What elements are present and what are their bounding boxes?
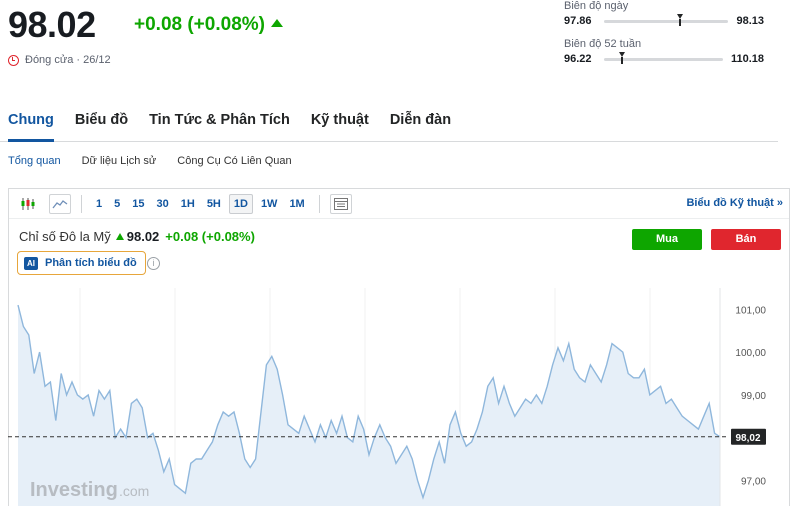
info-icon[interactable]: i	[147, 257, 160, 270]
data-table-icon[interactable]	[329, 193, 352, 214]
main-tabs: Chung Biểu đồ Tin Tức & Phân Tích Kỹ thu…	[0, 110, 778, 142]
day-range-bar	[603, 13, 729, 26]
timeframe-1d[interactable]: 1D	[228, 193, 253, 214]
timeframe-30[interactable]: 30	[153, 195, 173, 213]
tab-overview[interactable]: Chung	[8, 110, 54, 142]
tab-chart[interactable]: Biểu đồ	[75, 110, 128, 142]
clock-icon	[8, 54, 19, 66]
price-chart[interactable]: 101,00 100,00 99,00 97,00 98,02 Investing .com	[8, 288, 790, 506]
tab-forum[interactable]: Diễn đàn	[390, 110, 451, 142]
buy-button[interactable]: Mua	[632, 229, 702, 250]
week52-range-low: 96.22	[564, 53, 592, 65]
last-price: 98.02	[8, 4, 96, 45]
timeframe-1h[interactable]: 1H	[177, 195, 199, 213]
price-change: +0.08 (+0.08%)	[134, 14, 283, 36]
y-tick-label: 97,00	[741, 476, 766, 487]
close-info: Đóng cửa · 26/12	[8, 54, 111, 66]
investing-watermark-suffix: .com	[119, 483, 149, 499]
timeframe-15[interactable]: 15	[128, 195, 148, 213]
y-tick-label: 100,00	[735, 348, 766, 359]
instrument-header: Chỉ số Đô la Mỹ 98.02 +0.08 (+0.08%)	[19, 229, 255, 244]
subtab-historical-data[interactable]: Dữ liệu Lịch sử	[82, 155, 157, 167]
sell-button[interactable]: Bán	[711, 229, 781, 250]
tab-technical[interactable]: Kỹ thuật	[311, 110, 369, 142]
price-area	[18, 305, 720, 506]
last-price-label: 98,02	[735, 433, 760, 444]
week52-range-marker	[619, 51, 626, 64]
y-tick-label: 99,00	[741, 391, 766, 402]
timeframe-1[interactable]: 1	[92, 195, 106, 213]
investing-watermark: Investing	[30, 479, 118, 501]
day-range-marker	[677, 13, 684, 26]
ai-chart-analysis-button[interactable]: AI Phân tích biểu đồ	[17, 251, 146, 275]
instrument-price: 98.02	[126, 229, 160, 244]
subtab-overview[interactable]: Tổng quan	[8, 155, 61, 167]
week52-range-high: 110.18	[730, 53, 764, 65]
timeframe-5h[interactable]: 5H	[203, 195, 225, 213]
day-range-high: 98.13	[736, 15, 764, 27]
ai-button-label: Phân tích biểu đồ	[45, 257, 137, 269]
sub-tabs: Tổng quan Dữ liệu Lịch sử Công Cụ Có Liê…	[0, 155, 305, 167]
technical-chart-link[interactable]: Biểu đồ Kỹ thuật »	[686, 197, 783, 209]
week52-range-bar	[603, 51, 723, 64]
instrument-name: Chỉ số Đô la Mỹ	[19, 229, 111, 244]
tab-news-analysis[interactable]: Tin Tức & Phân Tích	[149, 110, 290, 142]
ai-icon: AI	[24, 256, 38, 270]
day-range-label: Biên độ ngày	[564, 0, 629, 12]
y-tick-label: 101,00	[735, 305, 766, 316]
instrument-change: +0.08 (+0.08%)	[165, 229, 255, 244]
timeframe-5[interactable]: 5	[110, 195, 124, 213]
week52-range: Biên độ 52 tuần 96.22 110.18	[564, 38, 764, 65]
close-label: Đóng cửa · 26/12	[25, 54, 111, 66]
day-range-low: 97.86	[564, 15, 592, 27]
subtab-related-tools[interactable]: Công Cụ Có Liên Quan	[177, 155, 291, 167]
toolbar-divider	[318, 194, 320, 213]
timeframe-1m[interactable]: 1M	[285, 195, 308, 213]
up-arrow-icon	[270, 19, 283, 27]
timeframe-1w[interactable]: 1W	[257, 195, 282, 213]
week52-range-label: Biên độ 52 tuần	[564, 38, 642, 50]
toolbar-divider	[81, 194, 82, 213]
candlestick-icon[interactable]	[17, 194, 39, 214]
up-arrow-icon	[115, 233, 124, 240]
day-range: Biên độ ngày 97.86 98.13	[564, 0, 764, 27]
chart-toolbar: 1 5 15 30 1H 5H 1D 1W 1M Biểu đồ Kỹ thuậ…	[9, 189, 789, 219]
area-chart-icon[interactable]	[49, 193, 71, 214]
